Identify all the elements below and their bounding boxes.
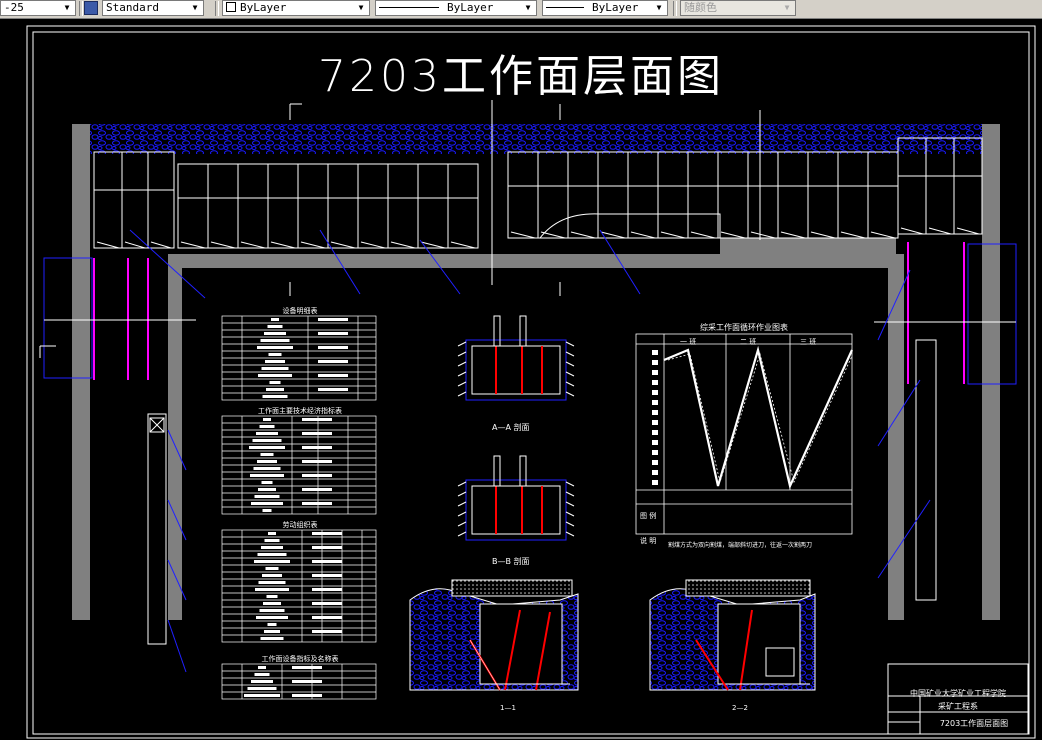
properties-toolbar: -25 ▼ Standard ▼ ByLayer ▼ ByLayer ▼ ByL…: [0, 0, 1042, 19]
cutting-cycle-line: [663, 345, 854, 490]
table2-title: 工作面主要技术经济指标表: [258, 407, 342, 415]
linetype-value: ByLayer: [447, 1, 494, 14]
linetype-control-dropdown[interactable]: ByLayer ▼: [375, 0, 537, 16]
support-cross-section: [457, 455, 575, 541]
hydraulic-support: [807, 151, 839, 239]
section-1-1: [409, 579, 579, 691]
color-value: ByLayer: [240, 1, 287, 14]
chevron-down-icon[interactable]: ▼: [189, 2, 201, 14]
chevron-down-icon[interactable]: ▼: [522, 2, 534, 14]
hydraulic-support: [93, 151, 123, 249]
table-grid: [221, 663, 377, 700]
color-control-dropdown[interactable]: ByLayer ▼: [222, 0, 370, 16]
toolbar-separator: [215, 1, 219, 16]
hydraulic-support: [657, 151, 689, 239]
cycle-notes-label: 说 明: [640, 537, 657, 545]
left-pillar: [72, 124, 90, 620]
dimension-style-dropdown[interactable]: -25 ▼: [0, 0, 76, 16]
chevron-down-icon[interactable]: ▼: [781, 2, 793, 14]
lineweight-control-dropdown[interactable]: ByLayer ▼: [542, 0, 668, 16]
roadway-step: [720, 238, 896, 254]
lineweight-sample: [546, 7, 584, 8]
left-gateroad-detail: [147, 413, 167, 645]
table3-title: 劳动组织表: [282, 521, 318, 529]
hydraulic-support: [447, 163, 479, 249]
hydraulic-support: [147, 151, 175, 249]
cycle-header-1: 一 班: [680, 338, 697, 346]
hydraulic-support: [837, 151, 869, 239]
support-cross-section: [457, 315, 575, 401]
color-swatch-icon: [226, 2, 236, 12]
hydraulic-support: [627, 151, 659, 239]
section-11-label: 1—1: [500, 704, 516, 712]
drawing-canvas[interactable]: 7203工作面层面图 设备明细表 工作面主要技术经济指标表 劳动组织表 工作面设…: [0, 18, 1042, 740]
plot-style-value: 随颜色: [684, 1, 717, 14]
titleblock-drawing-name: 7203工作面层面图: [939, 719, 1009, 728]
table-grid: [221, 529, 377, 643]
hydraulic-support: [717, 151, 749, 239]
data-tables: [221, 315, 377, 700]
text-style-icon[interactable]: [84, 1, 98, 15]
inner-right-wall: [888, 254, 904, 620]
haulage-roadway: [168, 254, 888, 268]
table-grid: [221, 415, 377, 515]
chevron-down-icon[interactable]: ▼: [61, 2, 73, 14]
section-22-label: 2—2: [732, 704, 748, 712]
table1-title: 设备明细表: [282, 307, 318, 315]
titleblock-dept: 采矿工程系: [938, 702, 978, 711]
section-bb-label: B—B 剖面: [492, 557, 530, 566]
hydraulic-support: [207, 163, 239, 249]
cycle-note-text: 割煤方式为双向割煤，端部斜切进刀，往返一次割两刀: [668, 542, 813, 549]
cycle-chart-title: 综采工作面循环作业图表: [700, 323, 788, 332]
hydraulic-support: [417, 163, 449, 249]
hydraulic-support: [177, 163, 209, 249]
hydraulic-support: [357, 163, 389, 249]
right-pillar: [982, 124, 1000, 620]
table-grid: [221, 315, 377, 401]
cycle-header-2: 二 班: [740, 338, 757, 346]
plot-style-dropdown[interactable]: 随颜色 ▼: [680, 0, 796, 16]
hydraulic-support: [507, 151, 539, 239]
text-style-value: Standard: [106, 1, 159, 14]
hydraulic-support: [567, 151, 599, 239]
linetype-sample: [379, 7, 439, 8]
table4-title: 工作面设备指标及名称表: [261, 655, 339, 663]
section-2-2: [649, 579, 816, 691]
hydraulic-support: [597, 151, 629, 239]
text-style-dropdown[interactable]: Standard ▼: [102, 0, 204, 16]
hydraulic-support: [777, 151, 809, 239]
hydraulic-support: [327, 163, 359, 249]
dimension-style-value: -25: [4, 1, 24, 14]
hydraulic-support: [747, 151, 779, 239]
titleblock-school: 中国矿业大学矿业工程学院: [910, 689, 1006, 698]
hydraulic-support: [237, 163, 269, 249]
lineweight-value: ByLayer: [592, 1, 639, 14]
drawing-title: 7203工作面层面图: [318, 51, 724, 102]
cycle-header-3: 三 班: [800, 338, 817, 346]
hydraulic-support: [121, 151, 149, 249]
hydraulic-support: [687, 151, 719, 239]
cycle-legend-label: 图 例: [640, 512, 657, 520]
section-aa-label: A—A 剖面: [492, 423, 530, 432]
cycle-chart-frame: [635, 333, 853, 535]
chevron-down-icon[interactable]: ▼: [653, 2, 665, 14]
cycle-chart: [635, 333, 854, 535]
toolbar-separator: [673, 1, 677, 16]
roof-rock-band: [90, 124, 982, 154]
hydraulic-support: [267, 163, 299, 249]
hydraulic-support: [867, 151, 899, 239]
hydraulic-support: [387, 163, 419, 249]
hydraulic-supports-row: [93, 137, 983, 249]
chevron-down-icon[interactable]: ▼: [355, 2, 367, 14]
right-gateroad-detail: [915, 339, 937, 601]
toolbar-separator: [79, 1, 83, 16]
